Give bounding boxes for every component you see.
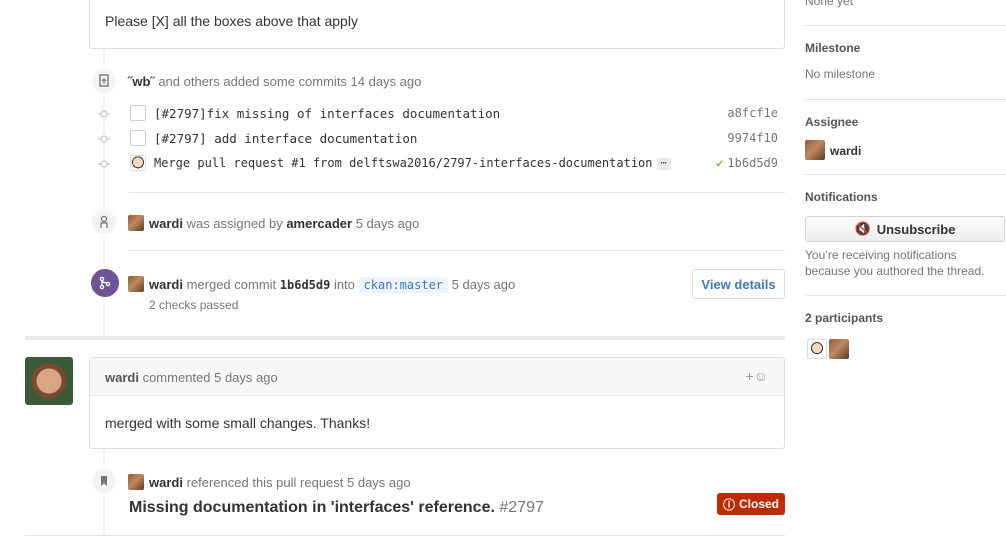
commit-sha-link[interactable]: 1b6d5d9 bbox=[280, 278, 331, 292]
issue-closed-icon: ⓘ bbox=[722, 497, 735, 512]
comment-author: wardi commented 5 days ago bbox=[105, 370, 278, 385]
divider bbox=[25, 535, 785, 536]
comment-header: wardi commented 5 days ago +☺ bbox=[90, 358, 784, 396]
commit-icon bbox=[98, 135, 110, 143]
sidebar-divider bbox=[805, 295, 1006, 296]
bookmark-icon bbox=[90, 467, 118, 495]
user-link[interactable]: wardi bbox=[149, 216, 183, 231]
reference-event-text: wardi referenced this pull request 5 day… bbox=[128, 474, 411, 490]
avatar[interactable] bbox=[25, 357, 73, 405]
avatar[interactable] bbox=[128, 215, 144, 231]
sidebar-divider bbox=[805, 174, 1006, 175]
assignee-label[interactable]: Assignee bbox=[805, 115, 858, 129]
commit-message[interactable]: Merge pull request #1 from delftswa2016/… bbox=[154, 156, 671, 170]
comment-box: wardi commented 5 days ago +☺ merged wit… bbox=[89, 357, 785, 449]
comment-body: merged with some small changes. Thanks! bbox=[105, 415, 371, 431]
repo-push-icon bbox=[90, 67, 118, 95]
participants-label: 2 participants bbox=[805, 311, 884, 325]
github-icon bbox=[130, 130, 146, 146]
commit-row[interactable]: Merge pull request #1 from delftswa2016/… bbox=[98, 154, 778, 174]
comment-body: Please [X] all the boxes above that appl… bbox=[105, 13, 358, 29]
divider bbox=[129, 250, 785, 251]
merge-event-text: wardi merged commit 1b6d5d9 into ckan:ma… bbox=[128, 276, 515, 293]
section-divider bbox=[25, 336, 785, 340]
assign-event-text: wardi was assigned by amercader 5 days a… bbox=[128, 215, 419, 231]
expand-message-button[interactable]: ⋯ bbox=[656, 158, 671, 170]
labels-value: None yet bbox=[805, 0, 854, 8]
commit-sha[interactable]: 9974f10 bbox=[727, 131, 778, 145]
divider bbox=[129, 192, 785, 193]
sidebar-divider bbox=[805, 99, 1006, 100]
comment-box-previous: Please [X] all the boxes above that appl… bbox=[89, 0, 785, 49]
commits-event-text: ˝wb˝ and others added some commits 14 da… bbox=[128, 74, 422, 89]
avatar bbox=[805, 140, 825, 160]
commit-icon bbox=[98, 110, 110, 118]
author-link[interactable]: ˝wb˝ bbox=[128, 74, 155, 89]
commit-sha[interactable]: a8fcf1e bbox=[727, 106, 778, 120]
unsubscribe-button[interactable]: 🔇 Unsubscribe bbox=[805, 216, 1005, 242]
mute-icon: 🔇 bbox=[854, 221, 871, 236]
notifications-label: Notifications bbox=[805, 190, 878, 204]
commit-message[interactable]: [#2797]fix missing of interfaces documen… bbox=[154, 106, 500, 121]
sidebar-divider bbox=[805, 25, 1006, 26]
assignee-item[interactable]: wardi bbox=[805, 140, 861, 160]
participant-avatar[interactable] bbox=[807, 339, 827, 359]
milestone-value: No milestone bbox=[805, 67, 876, 81]
avatar[interactable] bbox=[128, 276, 144, 292]
commit-icon bbox=[98, 160, 110, 168]
participant-avatar[interactable] bbox=[829, 339, 849, 359]
branch-ref[interactable]: ckan:master bbox=[358, 277, 449, 293]
github-icon bbox=[130, 105, 146, 121]
milestone-label[interactable]: Milestone bbox=[805, 41, 860, 55]
commit-row[interactable]: [#2797] add interface documentation 9974… bbox=[98, 129, 778, 149]
user-link[interactable]: wardi bbox=[105, 370, 139, 385]
user-link[interactable]: amercader bbox=[286, 216, 352, 231]
cartoon-avatar bbox=[130, 155, 146, 171]
checks-status[interactable]: 2 checks passed bbox=[149, 298, 238, 312]
user-link[interactable]: wardi bbox=[149, 277, 183, 292]
user-link[interactable]: wardi bbox=[149, 475, 183, 490]
commit-message[interactable]: [#2797] add interface documentation bbox=[154, 131, 417, 146]
git-merge-icon bbox=[89, 267, 121, 299]
avatar[interactable] bbox=[128, 474, 144, 490]
check-icon: ✔ bbox=[716, 156, 724, 170]
referenced-issue-title[interactable]: Missing documentation in 'interfaces' re… bbox=[129, 499, 544, 517]
status-badge: ⓘ Closed bbox=[717, 493, 785, 515]
add-reaction-icon[interactable]: +☺ bbox=[746, 368, 768, 384]
view-details-button[interactable]: View details bbox=[692, 269, 785, 299]
notifications-reason: You’re receiving notifications bbox=[805, 248, 957, 262]
commit-row[interactable]: [#2797]fix missing of interfaces documen… bbox=[98, 104, 778, 124]
notifications-reason: because you authored the thread. bbox=[805, 264, 985, 278]
person-icon bbox=[90, 208, 118, 236]
commit-sha[interactable]: ✔ 1b6d5d9 bbox=[716, 156, 778, 170]
